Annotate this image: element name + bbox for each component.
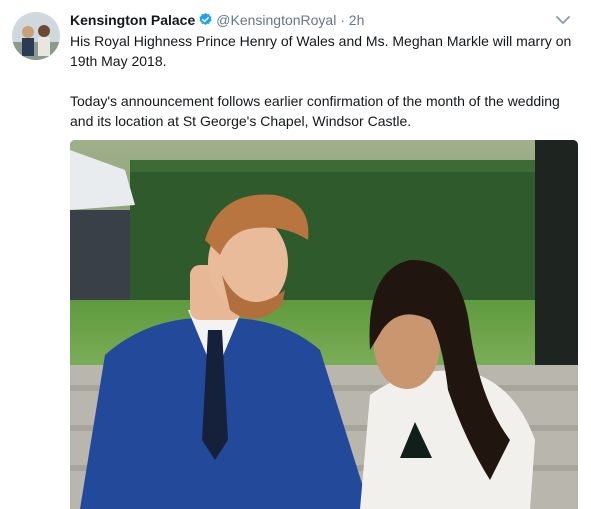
photo-image bbox=[70, 140, 578, 509]
tweet-text: His Royal Highness Prince Henry of Wales… bbox=[70, 31, 575, 131]
separator-dot: · bbox=[340, 12, 345, 28]
chevron-down-icon[interactable] bbox=[555, 10, 571, 30]
tweet-text-paragraph-1: His Royal Highness Prince Henry of Wales… bbox=[70, 33, 572, 69]
verified-badge-icon bbox=[198, 12, 213, 27]
avatar[interactable] bbox=[12, 12, 60, 60]
tweet: Kensington Palace @KensingtonRoyal · 2h H… bbox=[0, 0, 591, 509]
tweet-photo[interactable] bbox=[70, 140, 578, 509]
tweet-header: Kensington Palace @KensingtonRoyal · 2h bbox=[70, 10, 577, 30]
timestamp[interactable]: 2h bbox=[349, 12, 365, 28]
avatar-image bbox=[12, 12, 60, 60]
handle[interactable]: @KensingtonRoyal bbox=[216, 12, 336, 28]
display-name[interactable]: Kensington Palace bbox=[70, 12, 195, 28]
tweet-text-paragraph-2: Today's announcement follows earlier con… bbox=[70, 93, 560, 129]
